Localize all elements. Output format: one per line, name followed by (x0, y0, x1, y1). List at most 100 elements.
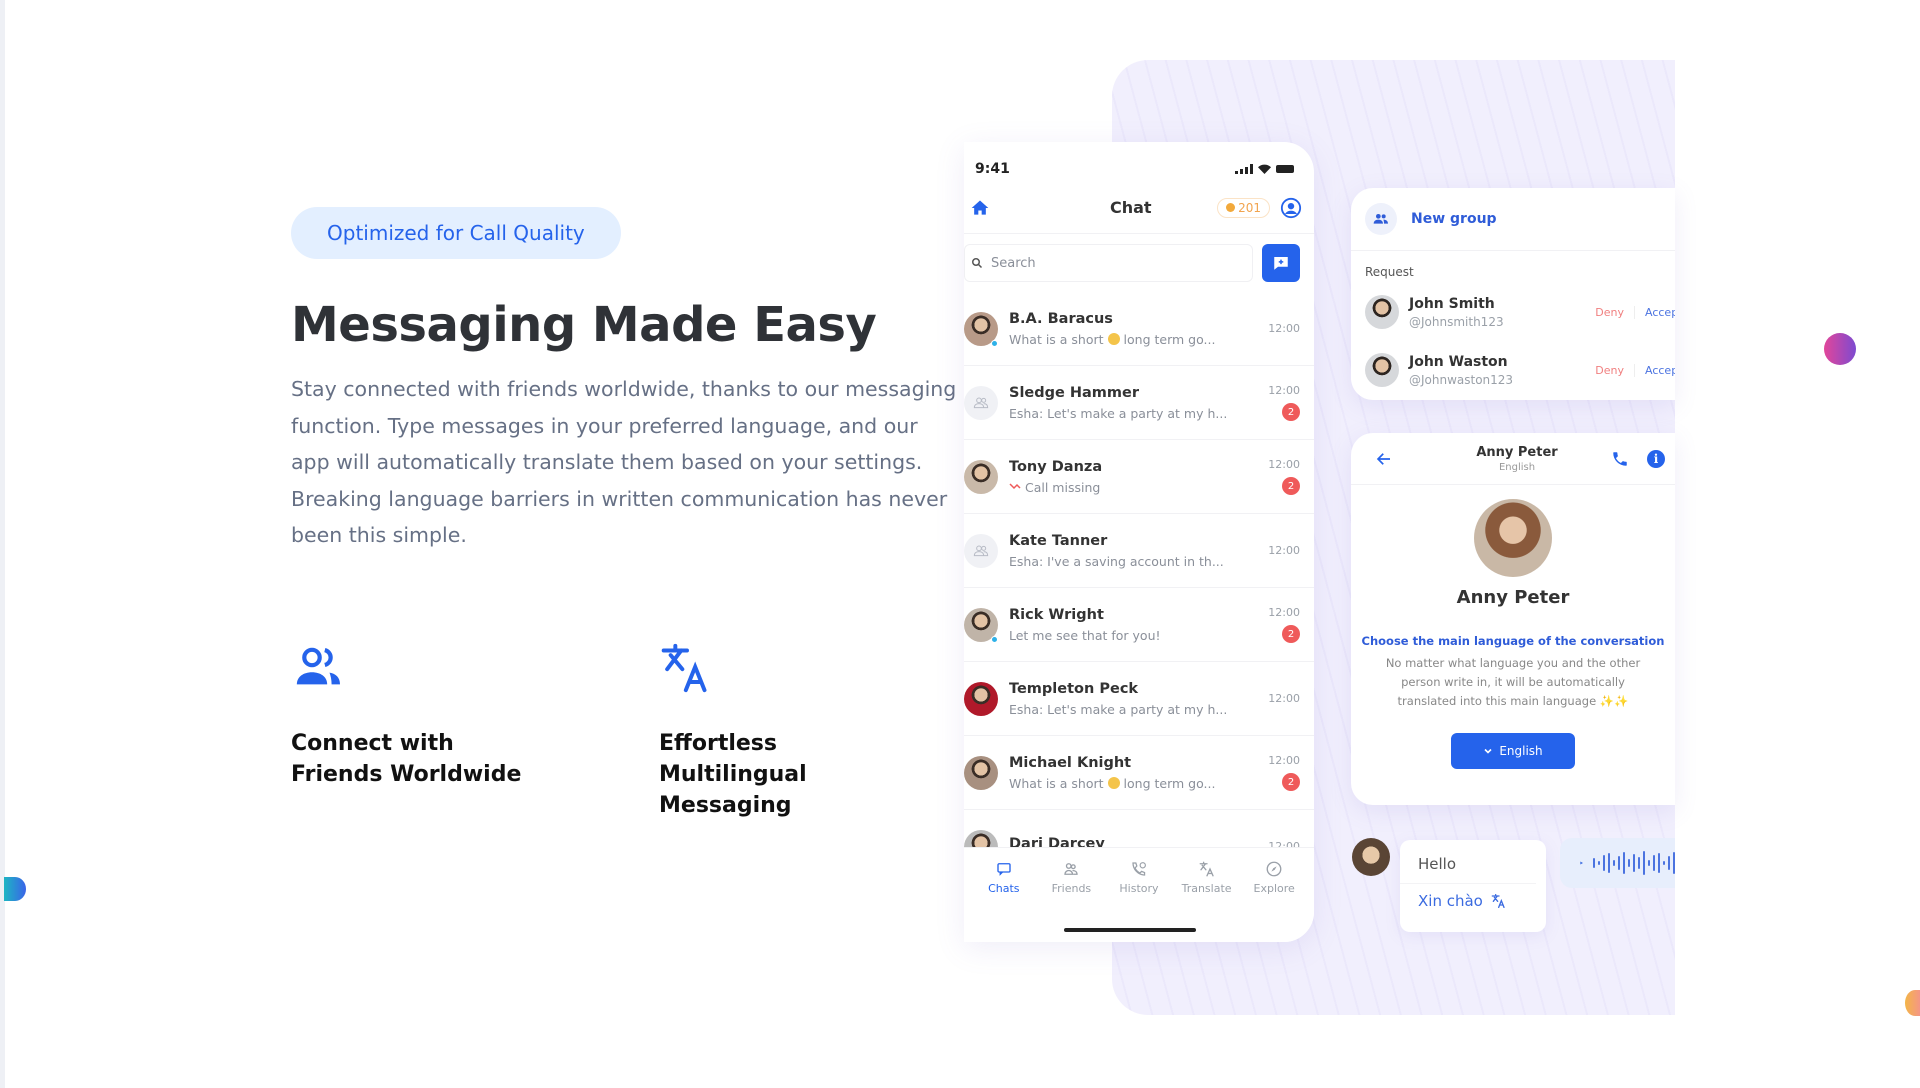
waveform-bar (1628, 859, 1630, 867)
message-time: 12:00 (1268, 692, 1300, 705)
message-time: 12:00 (1268, 754, 1300, 767)
play-icon[interactable] (1580, 858, 1583, 868)
chat-list-item[interactable]: Templeton Peck Esha: Let's make a party a… (964, 662, 1314, 736)
emoji-icon (1107, 333, 1120, 345)
message-preview: What is a short long term go... (1009, 331, 1216, 347)
deny-button[interactable]: Deny (1595, 305, 1635, 319)
translated-message-bubble: Hello Xin chào (1400, 840, 1546, 932)
phone-mockup-chat: 9:41 Chat 201 Search B.A. Baracus What is… (964, 142, 1314, 942)
decorative-dot-pink (1824, 333, 1856, 365)
accept-button[interactable]: Accept (1645, 364, 1675, 377)
compass-icon (1266, 861, 1282, 877)
chat-header: Chat 201 (964, 182, 1314, 234)
group-icon (1365, 203, 1397, 235)
chat-list-item[interactable]: Sledge Hammer Esha: Let's make a party at… (964, 366, 1314, 440)
group-avatar (964, 533, 998, 568)
request-handle: @Johnwaston123 (1409, 372, 1514, 387)
message-preview: Esha: Let's make a party at my h... (1009, 701, 1228, 717)
avatar (1365, 295, 1399, 329)
left-edge-rule (0, 0, 5, 1088)
contact-name: Tony Danza (1009, 458, 1103, 475)
waveform-bar (1673, 852, 1675, 874)
new-group-button[interactable]: New group (1351, 188, 1675, 251)
message-time: 12:00 (1268, 458, 1300, 471)
chat-list-item[interactable]: Rick Wright Let me see that for you! 12:00… (964, 588, 1314, 662)
chat-list-item[interactable]: B.A. Baracus What is a short long term go.… (964, 292, 1314, 366)
back-arrow-icon[interactable] (1375, 450, 1393, 468)
tab-label: Translate (1181, 882, 1232, 895)
chat-list-item[interactable]: Michael Knight What is a short long term g… (964, 736, 1314, 810)
contact-name: Rick Wright (1009, 606, 1104, 623)
tab-label: Friends (1051, 882, 1092, 895)
message-time: 12:00 (1268, 322, 1300, 335)
deny-button[interactable]: Deny (1595, 363, 1635, 377)
chat-list-item[interactable]: Kate Tanner Esha: I've a saving account i… (964, 514, 1314, 588)
waveform-bar (1638, 857, 1640, 869)
message-preview: Call missing (1009, 480, 1268, 495)
waveform-bar (1613, 860, 1615, 866)
tab-label: Chats (988, 882, 1020, 895)
tab-explore[interactable]: Explore (1244, 860, 1304, 942)
contact-language: English (1498, 461, 1536, 473)
voice-message[interactable] (1560, 838, 1675, 888)
tab-chats[interactable]: Chats (974, 860, 1034, 942)
waveform-bar (1618, 856, 1620, 870)
profile-icon[interactable] (1280, 197, 1302, 219)
chat-title: Chat (1110, 198, 1152, 217)
unread-badge: 2 (1282, 403, 1300, 421)
request-name: John Smith (1409, 295, 1495, 312)
emoji-icon (1107, 777, 1120, 789)
contact-name: Templeton Peck (1009, 680, 1139, 697)
language-select-button[interactable]: English (1451, 733, 1575, 769)
phone-call-icon[interactable] (1611, 450, 1629, 468)
message-time: 12:00 (1268, 384, 1300, 397)
friends-icon (1064, 863, 1079, 875)
features-list: Connect with Friends Worldwide Effortles… (291, 640, 1027, 821)
language-settings-card: Anny Peter English i Anny Peter Choose t… (1351, 433, 1675, 805)
chevron-down-icon (1484, 748, 1492, 754)
new-chat-button[interactable] (1262, 244, 1300, 282)
new-message-icon (1274, 257, 1288, 270)
group-icon (973, 545, 989, 556)
request-handle: @Johnsmith123 (1409, 314, 1504, 329)
home-icon[interactable] (970, 198, 990, 218)
waveform-bar (1653, 855, 1655, 871)
request-heading: Request (1365, 265, 1414, 279)
conversation-header: Anny Peter English i (1351, 433, 1675, 485)
avatar (964, 459, 998, 494)
request-item: John Waston @Johnwaston123 Deny Accept (1351, 337, 1675, 395)
group-avatar (964, 385, 998, 420)
feature-title: Connect with Friends Worldwide (291, 731, 522, 787)
message-preview: Esha: Let's make a party at my h... (1009, 405, 1228, 421)
translate-icon[interactable] (1491, 893, 1507, 909)
battery-icon (1276, 164, 1294, 173)
request-name: John Waston (1409, 353, 1508, 370)
waveform-bar (1603, 855, 1605, 871)
chat-icon (997, 863, 1011, 876)
waveform-bar (1668, 856, 1670, 870)
info-icon[interactable]: i (1646, 449, 1665, 468)
audio-waveform (1593, 851, 1675, 875)
feature-item: Connect with Friends Worldwide (291, 640, 659, 821)
waveform-bar (1608, 853, 1610, 873)
tab-label: History (1119, 882, 1159, 895)
chat-list-item[interactable]: Tony Danza Call missing 12:00 2 (964, 440, 1314, 514)
profile-name: Anny Peter (1456, 587, 1570, 608)
contact-name: Kate Tanner (1009, 532, 1108, 549)
friend-requests-card: New group Request John Smith @Johnsmith12… (1351, 188, 1675, 400)
translate-icon (1199, 861, 1214, 877)
avatar (964, 755, 998, 790)
accept-button[interactable]: Accept (1645, 306, 1675, 319)
search-input[interactable]: Search (964, 244, 1253, 282)
waveform-bar (1648, 860, 1650, 866)
coin-balance[interactable]: 201 (1217, 197, 1270, 218)
contact-name: B.A. Baracus (1009, 310, 1113, 327)
contact-name: Anny Peter (1476, 444, 1558, 460)
unread-badge: 2 (1282, 477, 1300, 495)
contact-avatar (1474, 499, 1552, 577)
request-list: John Smith@Johnsmith123DenyAcceptJohn Wa… (1351, 279, 1675, 395)
call-history-icon (1132, 862, 1146, 876)
decorative-dot-orange (1905, 990, 1920, 1016)
waveform-bar (1598, 861, 1600, 865)
hero-description: Stay connected with friends worldwide, t… (291, 377, 957, 547)
